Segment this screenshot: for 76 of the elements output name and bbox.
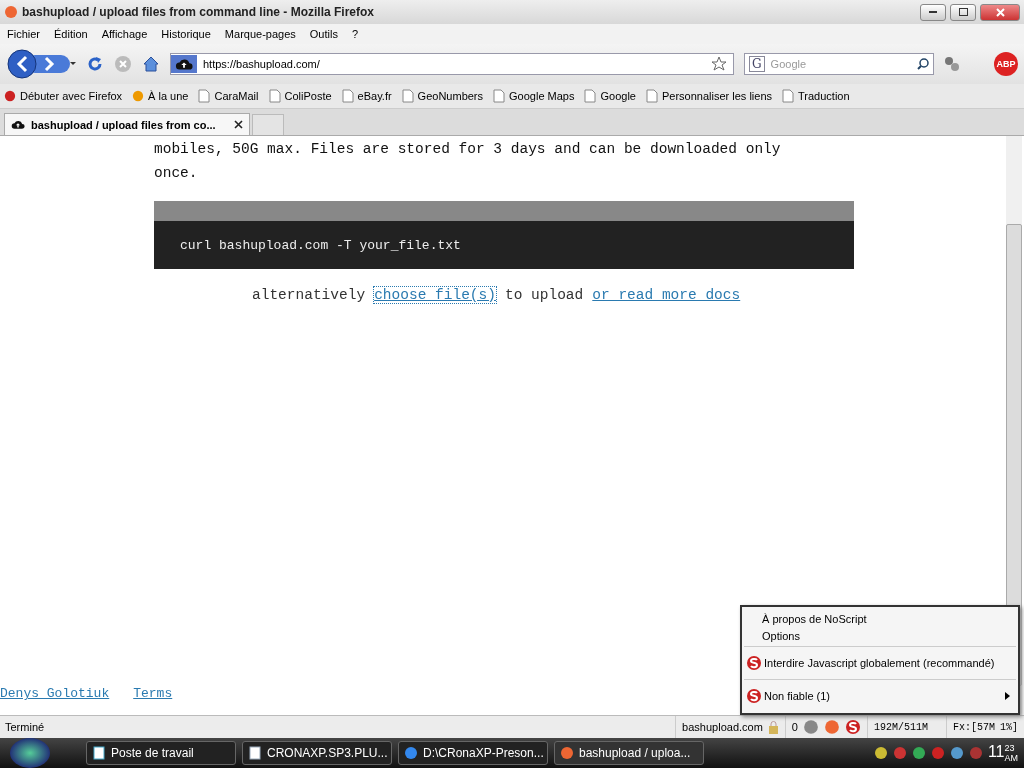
command-text: curl bashupload.com -T your_file.txt [180, 237, 461, 253]
menu-option[interactable]: Non fiable (1) [742, 682, 1018, 710]
footer-link[interactable]: Terms [133, 686, 173, 701]
minimize-button[interactable] [920, 3, 946, 21]
address-bar[interactable]: https://bashupload.com/ [170, 53, 734, 75]
page-icon [493, 89, 506, 103]
bookmark-item[interactable]: À la une [132, 90, 189, 102]
bookmark-item[interactable]: CaraMail [198, 89, 259, 103]
cloud-upload-icon [11, 118, 25, 131]
home-icon[interactable] [142, 55, 160, 73]
noscript-icon [844, 719, 861, 735]
adblock-button[interactable]: ABP [994, 52, 1018, 76]
browser-tab[interactable]: bashupload / upload files from co... [4, 113, 250, 135]
search-icon[interactable] [917, 58, 929, 70]
fx-text: Fx:[57M [952, 721, 995, 733]
page-icon [782, 89, 794, 103]
back-forward-buttons[interactable] [6, 49, 76, 79]
percent-text: 1%] [1000, 721, 1018, 733]
bookmark-item[interactable]: Personnaliser les liens [645, 89, 772, 103]
menu-item[interactable]: Fichier [7, 28, 40, 40]
menu-item[interactable]: Édition [54, 28, 88, 40]
page-icon [584, 89, 597, 103]
taskbar-item[interactable]: bashupload / uploa... [554, 741, 704, 765]
tray-icon[interactable] [873, 746, 888, 760]
docs-link[interactable]: or read more docs [592, 287, 741, 303]
choose-files-link[interactable]: choose file(s) [374, 287, 496, 303]
page-icon [341, 89, 354, 103]
page-icon [401, 89, 414, 103]
lock-icon [767, 720, 779, 734]
tray-icon[interactable] [949, 746, 964, 760]
start-button[interactable] [10, 738, 50, 768]
bookmark-item[interactable]: Débuter avec Firefox [4, 90, 123, 102]
domain-text: bashupload.com [682, 721, 763, 733]
window-title: bashupload / upload files from command line - Mozilla Firefox [22, 5, 376, 19]
maximize-icon [958, 8, 968, 16]
menu-item[interactable]: Outils [309, 28, 338, 40]
reload-icon[interactable] [86, 55, 104, 73]
close-icon[interactable] [234, 120, 243, 129]
submenu-arrow-icon [1005, 692, 1010, 700]
taskbar-item[interactable]: D:\CRonaXP-Preson... [398, 741, 548, 765]
taskbar-item[interactable]: CRONAXP.SP3.PLU... [242, 741, 392, 765]
menu-item[interactable]: Affichage [101, 28, 148, 40]
bookmark-item[interactable]: Google [584, 89, 636, 103]
close-button[interactable] [980, 3, 1020, 21]
url-text: https://bashupload.com/ [203, 58, 321, 70]
star-icon[interactable] [711, 56, 727, 72]
noscript-icon [746, 688, 762, 704]
page-icon [198, 89, 211, 103]
search-field[interactable]: Google [768, 57, 913, 71]
tray-icon[interactable] [911, 746, 926, 760]
menu-item[interactable]: Historique [161, 28, 211, 40]
status-text: Terminé [4, 721, 46, 733]
upload-text: to upload [504, 287, 584, 303]
alternative-text: alternatively [252, 287, 366, 303]
bookmark-item[interactable]: eBay.fr [341, 89, 392, 103]
menu-option[interactable]: Options [742, 627, 1018, 644]
bookmark-item[interactable]: GeoNumbers [401, 89, 484, 103]
minimize-icon [929, 10, 937, 14]
close-icon [995, 7, 1005, 17]
count-text: 0 [791, 721, 798, 733]
noscript-icon [746, 655, 762, 671]
menu-option[interactable]: Interdire Javascript globalement (recommandé) [742, 649, 1018, 677]
taskbar-item[interactable]: Poste de travail [86, 741, 236, 765]
footer-link[interactable]: Denys Golotiuk [0, 686, 110, 701]
search-bar[interactable]: G Google [744, 53, 934, 75]
search-engine-icon[interactable]: G [749, 56, 765, 72]
menu-item[interactable]: ? [351, 28, 359, 40]
menu-item[interactable]: Marque-pages [224, 28, 296, 40]
bookmark-item[interactable]: Traduction [782, 89, 850, 103]
bookmark-item[interactable]: Google Maps [493, 89, 575, 103]
intro-paragraph: mobiles, 50G max. Files are stored for 3 days and can be downloaded only once. [154, 140, 782, 183]
maximize-button[interactable] [950, 3, 976, 21]
menu-option[interactable]: À propos de NoScript [742, 610, 1018, 627]
page-icon [268, 89, 281, 103]
bookmark-item[interactable]: ColiPoste [268, 89, 332, 103]
page-icon [645, 89, 658, 103]
